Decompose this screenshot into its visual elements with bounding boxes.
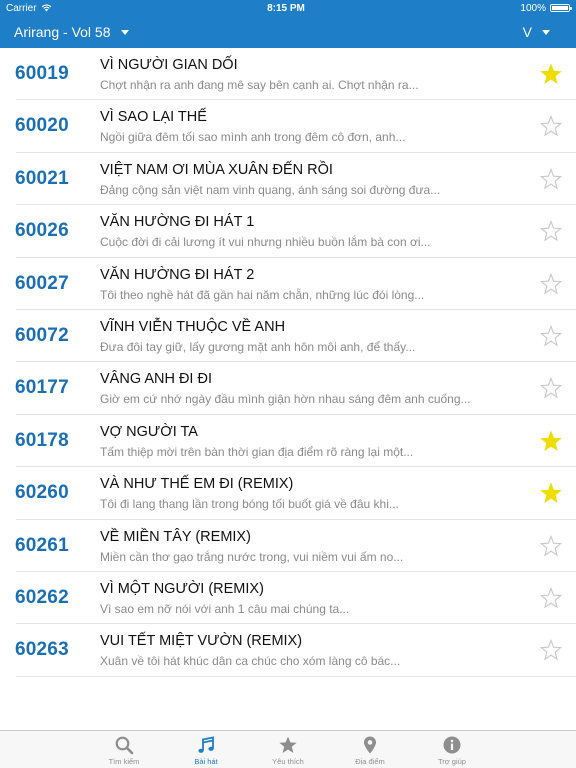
song-title: VÂNG ANH ĐI ĐI [100,371,212,388]
tab-label: Địa điểm [355,757,385,766]
chevron-down-icon [542,29,550,35]
song-title: VÌ NGƯỜI GIAN DỐI [100,57,238,73]
song-title: VĂN HƯỜNG ĐI HÁT 1 [100,214,255,231]
song-row[interactable]: 60027 VĂN HƯỜNG ĐI HÁT 2 Tôi theo nghề hát… [0,258,576,311]
status-time: 8:15 PM [267,2,305,14]
song-code: 60019 [15,63,69,84]
letter-filter-selector[interactable]: V [523,24,550,40]
song-row[interactable]: 60021 VIỆT NAM ƠI MÙA XUÂN ĐẾN RỒI Đảng cộ… [0,153,576,206]
song-code: 60263 [15,639,69,661]
song-title: VUI TẾT MIỆT VƯỜN (REMIX) [100,633,303,650]
song-title: VỢ NGƯỜI TA [100,423,198,440]
song-title: VỀ MIỀN TÂY (REMIX) [100,528,251,545]
music-note-icon [198,736,214,753]
tab-search[interactable]: Tìm kiếm [83,731,165,768]
song-code: 60021 [15,167,69,189]
song-row[interactable]: 60019 VÌ NGƯỜI GIAN DỐI Chợt nhận ra anh đ… [0,48,576,101]
carrier-label: Carrier [6,2,37,14]
song-lyric-preview: Ngồi giữa đêm tối sao mình anh trong đêm… [100,130,406,145]
song-title: VĨNH VIỄN THUỘC VỀ ANH [100,318,286,335]
song-lyric-preview: Đưa đôi tay giữ, lấy gương mặt anh hôn m… [100,339,416,354]
song-lyric-preview: Đảng cộng sản việt nam vinh quang, ánh s… [100,182,441,197]
tab-label: Tìm kiếm [108,757,140,766]
star-icon [279,736,297,753]
song-row[interactable]: 60261 VỀ MIỀN TÂY (REMIX) Miền cần thơ gạo… [0,520,576,573]
map-pin-icon [364,736,376,754]
status-right: 100% [520,2,572,14]
favorite-star-icon[interactable] [540,639,562,661]
song-row[interactable]: 60263 VUI TẾT MIỆT VƯỜN (REMIX) Xuân về tô… [0,624,576,678]
song-title: VIỆT NAM ƠI MÙA XUÂN ĐẾN RỒI [100,161,333,178]
info-icon [443,736,461,754]
battery-icon [550,4,572,12]
tab-star[interactable]: Yêu thích [247,731,329,768]
tab-info[interactable]: Trợ giúp [411,731,493,768]
favorite-star-icon[interactable] [540,430,562,452]
song-code: 60072 [15,324,69,346]
nav-bar: Arirang - Vol 58 V [0,16,576,48]
song-lyric-preview: Chợt nhận ra anh đang mê say bên cạnh ai… [100,78,419,92]
search-icon [115,736,134,755]
song-row[interactable]: 60026 VĂN HƯỜNG ĐI HÁT 1 Cuộc đời đi cải l… [0,205,576,258]
tab-map-pin[interactable]: Địa điểm [329,731,411,768]
song-lyric-preview: Vì sao em nỡ nói với anh 1 câu mai chúng… [100,601,350,616]
song-lyric-preview: Giờ em cứ nhớ ngày đầu mình giận hờn nha… [100,392,471,407]
song-code: 60026 [15,220,69,242]
favorite-star-icon[interactable] [540,115,562,137]
song-row[interactable]: 60072 VĨNH VIỄN THUỘC VỀ ANH Đưa đôi tay g… [0,310,576,363]
battery-percent: 100% [520,2,546,14]
favorite-star-icon[interactable] [540,220,562,242]
song-row[interactable]: 60178 VỢ NGƯỜI TA Tấm thiệp mời trên bàn t… [0,415,576,468]
tab-label: Yêu thích [272,757,304,766]
song-row[interactable]: 60177 VÂNG ANH ĐI ĐI Giờ em cứ nhớ ngày đầ… [0,362,576,416]
favorite-star-icon[interactable] [540,482,562,504]
tab-bar: Tìm kiếm Bài hát Yêu thích Địa điểm Trợ giúp [0,730,576,768]
song-lyric-preview: Xuân về tôi hát khúc dân ca chúc cho xóm… [100,654,401,669]
song-title: VÀ NHƯ THẾ EM ĐI (REMIX) [100,476,294,493]
volume-title: Arirang - Vol 58 [14,24,111,40]
song-row[interactable]: 60260 VÀ NHƯ THẾ EM ĐI (REMIX) Tôi đi lang… [0,467,576,520]
song-title: VÌ SAO LẠI THẾ [100,109,207,126]
favorite-star-icon[interactable] [540,586,562,609]
song-code: 60261 [15,534,69,556]
song-row[interactable]: 60262 VÌ MỘT NGƯỜI (REMIX) Vì sao em nỡ nó… [0,572,576,625]
status-bar: Carrier 8:15 PM 100% [0,0,576,16]
favorite-star-icon[interactable] [540,63,562,85]
song-lyric-preview: Tôi đi lang thang lần trong bóng tối buố… [100,497,399,512]
song-code: 60177 [15,377,69,399]
song-lyric-preview: Cuộc đời đi cải lương ít vui nhưng nhiều… [100,235,431,250]
favorite-star-icon[interactable] [540,324,562,347]
chevron-down-icon [120,29,129,35]
favorite-star-icon[interactable] [540,272,562,295]
tab-label: Bài hát [194,757,218,766]
tab-music-note[interactable]: Bài hát [165,731,247,768]
song-title: VĂN HƯỜNG ĐI HÁT 2 [100,266,255,283]
song-list: 60019 VÌ NGƯỜI GIAN DỐI Chợt nhận ra anh đ… [0,48,576,678]
song-code: 60260 [15,482,69,504]
favorite-star-icon[interactable] [540,534,562,557]
favorite-star-icon[interactable] [540,377,562,399]
wifi-icon [41,4,51,12]
tab-label: Trợ giúp [438,757,466,766]
song-lyric-preview: Tấm thiệp mời trên bàn thời gian địa điể… [100,444,414,459]
song-lyric-preview: Tôi theo nghề hát đã gần hai năm chẵn, n… [100,287,425,302]
song-code: 60262 [15,586,69,608]
favorite-star-icon[interactable] [540,167,562,190]
volume-selector[interactable]: Arirang - Vol 58 [14,24,129,40]
status-left: Carrier [6,3,52,14]
song-code: 60020 [15,115,69,137]
song-row[interactable]: 60020 VÌ SAO LẠI THẾ Ngồi giữa đêm tối sao… [0,100,576,154]
song-code: 60027 [15,272,69,294]
song-code: 60178 [15,429,69,451]
song-lyric-preview: Miền cần thơ gạo trắng nước trong, vui n… [100,549,404,564]
letter-filter-value: V [522,24,532,40]
song-title: VÌ MỘT NGƯỜI (REMIX) [100,580,264,597]
